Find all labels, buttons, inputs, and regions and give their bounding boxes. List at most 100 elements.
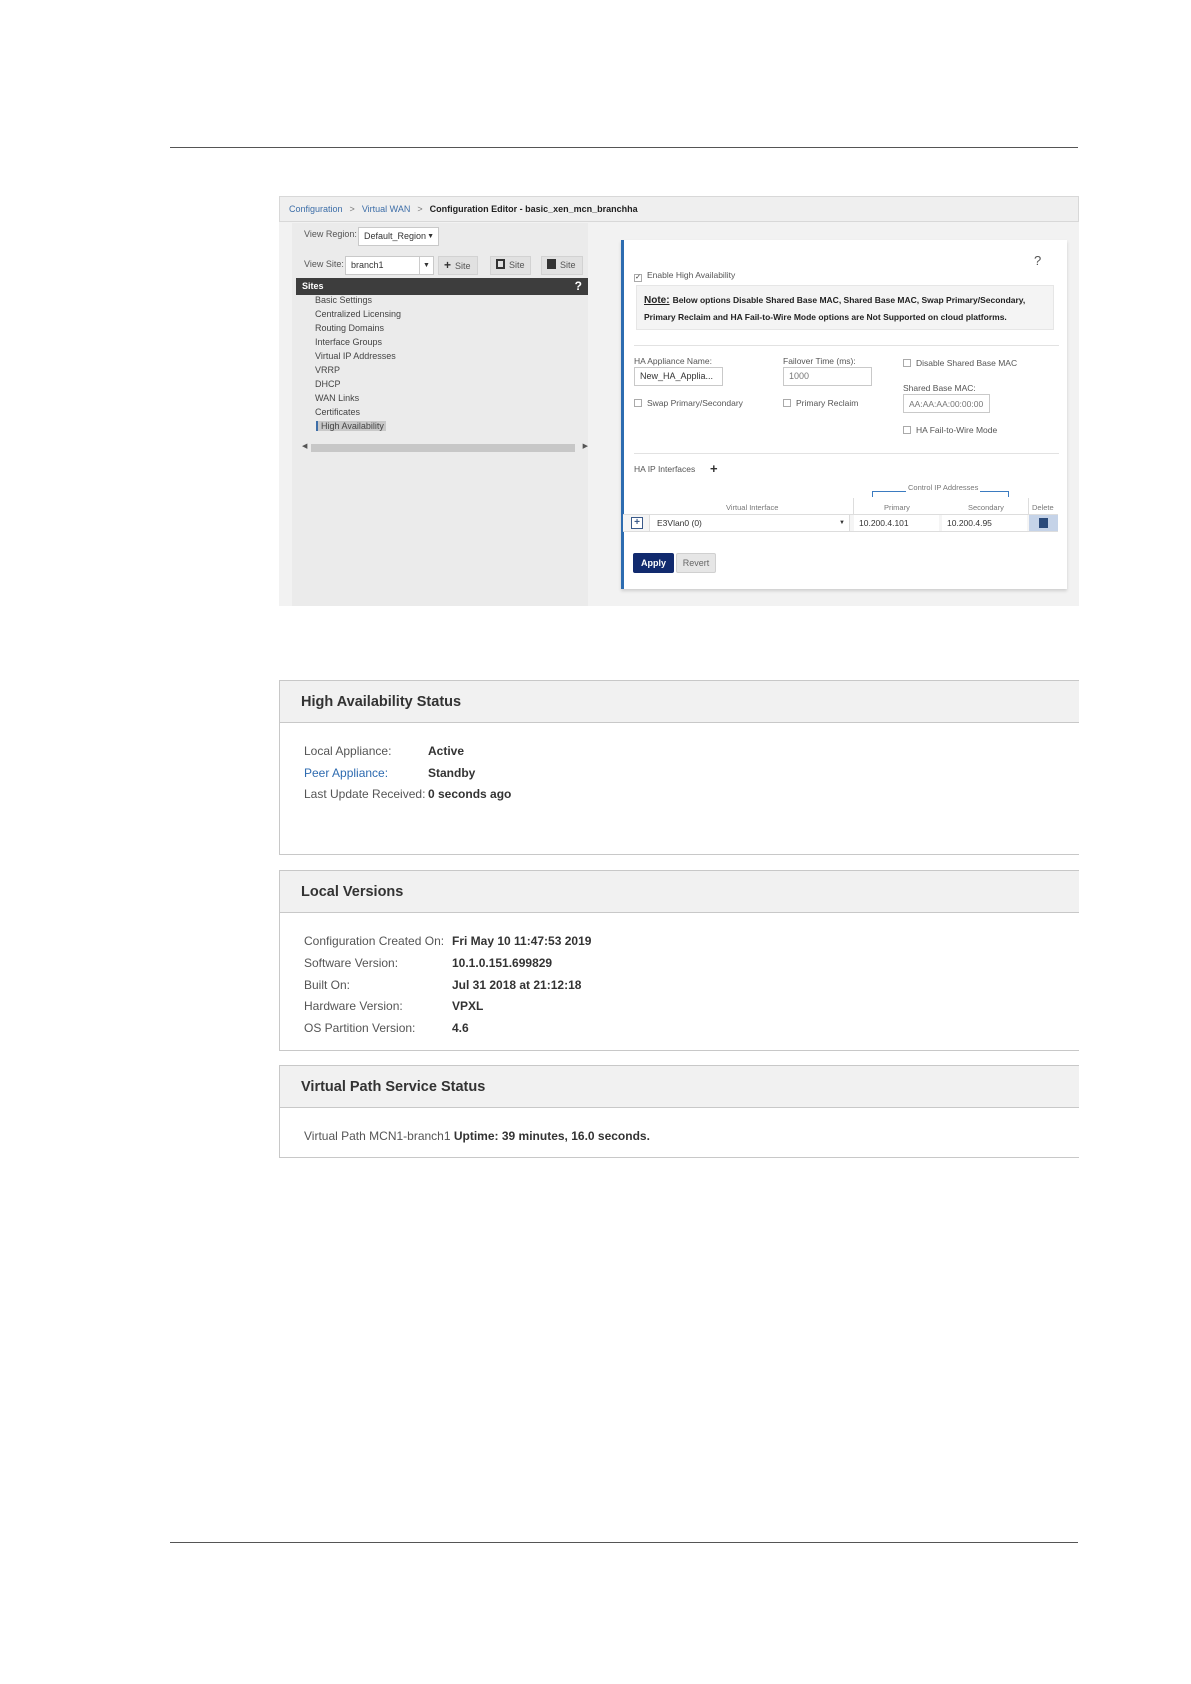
ha-ip-interfaces-label: HA IP Interfaces xyxy=(634,464,696,474)
virtual-interface-select[interactable]: E3Vlan0 (0) ▼ xyxy=(649,515,850,531)
checkmark-icon: ✓ xyxy=(634,274,642,282)
view-site-label: View Site: xyxy=(304,259,344,269)
sites-header-label: Sites xyxy=(302,281,324,291)
secondary-ip-input[interactable]: 10.200.4.95 xyxy=(942,515,1027,531)
fail-to-wire-checkbox[interactable]: HA Fail-to-Wire Mode xyxy=(903,425,997,435)
site-item-interface-groups[interactable]: Interface Groups xyxy=(315,337,382,347)
horizontal-scrollbar[interactable]: ◀ ▶ xyxy=(300,442,590,454)
delete-row-button[interactable] xyxy=(1029,515,1058,531)
chevron-down-icon: ▼ xyxy=(427,233,434,240)
note-line-2: Primary Reclaim and HA Fail-to-Wire Mode… xyxy=(644,312,1007,322)
software-version-value: 10.1.0.151.699829 xyxy=(452,956,553,970)
hardware-version-value: VPXL xyxy=(452,999,484,1013)
breadcrumb-separator: > xyxy=(417,204,423,214)
version-row: OS Partition Version: 4.6 xyxy=(304,1021,469,1035)
note-line-1: Below options Disable Shared Base MAC, S… xyxy=(672,295,1026,305)
plus-icon: + xyxy=(444,258,452,272)
appliance-name-input[interactable]: New_HA_Applia... xyxy=(634,367,723,386)
expand-row-icon[interactable]: + xyxy=(631,517,643,529)
control-ip-header: Control IP Addresses xyxy=(906,483,981,492)
disable-shared-mac-checkbox[interactable]: Disable Shared Base MAC xyxy=(903,358,1017,368)
revert-button[interactable]: Revert xyxy=(676,553,716,573)
os-partition-value: 4.6 xyxy=(452,1021,469,1035)
checkbox-box xyxy=(903,359,911,367)
copy-icon xyxy=(496,259,505,269)
swap-primary-secondary-checkbox[interactable]: Swap Primary/Secondary xyxy=(634,398,743,408)
failover-time-label: Failover Time (ms): xyxy=(783,356,856,366)
add-site-button[interactable]: + Site xyxy=(438,256,478,275)
add-site-label: Site xyxy=(455,261,471,271)
primary-reclaim-label: Primary Reclaim xyxy=(796,398,859,408)
column-header-primary: Primary xyxy=(884,503,910,512)
config-created-key: Configuration Created On: xyxy=(304,934,445,948)
local-versions-title: Local Versions xyxy=(280,871,1079,913)
checkbox-box xyxy=(634,399,642,407)
site-item-high-availability[interactable]: High Availability xyxy=(316,421,386,431)
hardware-version-key: Hardware Version: xyxy=(304,999,403,1013)
shared-base-mac-input[interactable] xyxy=(903,394,990,413)
breadcrumb-current: Configuration Editor - basic_xen_mcn_bra… xyxy=(429,204,638,214)
primary-ip-value: 10.200.4.101 xyxy=(859,518,909,528)
add-interface-button[interactable]: + xyxy=(710,461,718,476)
virtual-path-uptime: Uptime: 39 minutes, 16.0 seconds. xyxy=(453,1129,650,1143)
delete-site-button[interactable]: Site xyxy=(541,256,583,275)
footer-rule xyxy=(170,1542,1078,1543)
peer-appliance-link[interactable]: Peer Appliance: xyxy=(304,766,388,780)
site-item-centralized-licensing[interactable]: Centralized Licensing xyxy=(315,309,401,319)
site-item-certificates[interactable]: Certificates xyxy=(315,407,360,417)
version-row: Configuration Created On: Fri May 10 11:… xyxy=(304,934,591,948)
site-item-vrrp[interactable]: VRRP xyxy=(315,365,340,375)
scrollbar-thumb[interactable] xyxy=(311,444,575,452)
failover-time-input[interactable]: 1000 xyxy=(783,367,872,386)
version-row: Software Version: 10.1.0.151.699829 xyxy=(304,956,552,970)
checkbox-box xyxy=(903,426,911,434)
view-site-select[interactable]: branch1 ▼ xyxy=(345,256,434,275)
site-item-routing-domains[interactable]: Routing Domains xyxy=(315,323,384,333)
view-region-select[interactable]: Default_Region ▼ xyxy=(358,227,439,246)
copy-site-label: Site xyxy=(509,260,525,270)
last-update-key: Last Update Received: xyxy=(304,787,426,801)
column-header-delete: Delete xyxy=(1032,503,1054,512)
enable-ha-checkbox[interactable]: ✓ Enable High Availability xyxy=(634,270,735,282)
scroll-right-icon[interactable]: ▶ xyxy=(583,442,588,450)
checkbox-box xyxy=(783,399,791,407)
cloud-platform-note: Note: Below options Disable Shared Base M… xyxy=(636,285,1054,330)
scroll-left-icon[interactable]: ◀ xyxy=(302,442,307,450)
delete-site-label: Site xyxy=(560,260,576,270)
breadcrumb-separator: > xyxy=(349,204,355,214)
copy-site-button[interactable]: Site xyxy=(490,256,531,275)
column-header-virtual-interface: Virtual Interface xyxy=(726,503,779,512)
breadcrumb-configuration-link[interactable]: Configuration xyxy=(289,204,343,214)
view-site-value: branch1 xyxy=(351,260,384,270)
virtual-interface-value: E3Vlan0 (0) xyxy=(657,518,702,528)
peer-appliance-value: Standby xyxy=(428,766,476,780)
site-item-dhcp[interactable]: DHCP xyxy=(315,379,341,389)
virtual-path-row: Virtual Path MCN1-branch1 Uptime: 39 min… xyxy=(304,1129,650,1143)
header-divider xyxy=(853,498,854,514)
site-item-wan-links[interactable]: WAN Links xyxy=(315,393,359,403)
site-item-basic-settings[interactable]: Basic Settings xyxy=(315,295,372,305)
primary-ip-input[interactable]: 10.200.4.101 xyxy=(854,515,939,531)
ha-status-row: Local Appliance: Active xyxy=(304,744,464,758)
header-rule xyxy=(170,147,1078,148)
appliance-name-value: New_HA_Applia... xyxy=(640,371,714,381)
form-divider xyxy=(634,345,1059,346)
swap-label: Swap Primary/Secondary xyxy=(647,398,743,408)
os-partition-key: OS Partition Version: xyxy=(304,1021,416,1035)
note-heading: Note: xyxy=(644,295,670,306)
virtual-path-title: Virtual Path Service Status xyxy=(280,1066,1079,1108)
apply-button[interactable]: Apply xyxy=(633,553,674,573)
breadcrumb: Configuration > Virtual WAN > Configuration … xyxy=(279,196,1079,222)
view-region-label: View Region: xyxy=(304,229,357,239)
ha-status-row: Last Update Received: 0 seconds ago xyxy=(304,787,511,801)
software-version-key: Software Version: xyxy=(304,956,399,970)
site-item-virtual-ip-addresses[interactable]: Virtual IP Addresses xyxy=(315,351,396,361)
local-appliance-key: Local Appliance: xyxy=(304,744,392,758)
help-icon[interactable]: ? xyxy=(1034,253,1041,268)
virtual-path-key: Virtual Path MCN1-branch1 xyxy=(304,1129,451,1143)
version-row: Hardware Version: VPXL xyxy=(304,999,483,1013)
help-icon[interactable]: ? xyxy=(575,278,582,295)
primary-reclaim-checkbox[interactable]: Primary Reclaim xyxy=(783,398,858,408)
failover-time-value: 1000 xyxy=(789,371,810,381)
breadcrumb-virtual-wan-link[interactable]: Virtual WAN xyxy=(362,204,411,214)
